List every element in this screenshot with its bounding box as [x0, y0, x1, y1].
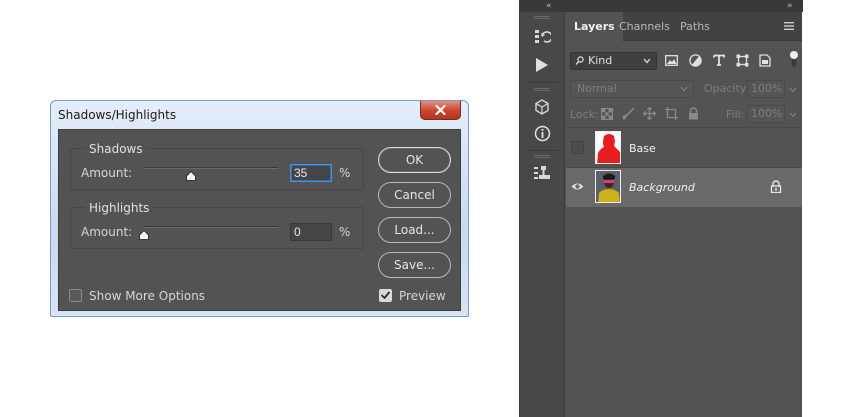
layer-thumbnail	[595, 170, 621, 203]
cancel-button[interactable]: Cancel	[378, 182, 451, 208]
fill-input[interactable]: 100%	[747, 105, 785, 123]
shadows-amount-label: Amount:	[81, 166, 133, 180]
chevron-down-icon	[680, 86, 688, 92]
collapse-arrows-icon[interactable]: «	[546, 0, 551, 12]
strip-separator	[526, 150, 559, 151]
eye-visibility-icon[interactable]	[571, 180, 584, 193]
close-icon	[435, 105, 446, 115]
smart-object-filter-icon[interactable]	[757, 52, 773, 68]
shape-filter-icon[interactable]	[734, 52, 750, 68]
lock-transparent-pixels-icon[interactable]	[601, 108, 613, 120]
blend-mode-select[interactable]: Normal	[570, 80, 694, 98]
blend-mode-value: Normal	[577, 82, 617, 95]
expand-arrows-icon[interactable]: »	[787, 0, 792, 12]
filter-toggle-switch[interactable]	[790, 50, 798, 68]
layer-lock-icon	[770, 180, 782, 193]
actions-play-icon[interactable]	[531, 54, 553, 76]
save-button[interactable]: Save...	[378, 252, 451, 278]
3d-cube-icon[interactable]	[531, 96, 553, 118]
lock-label: Lock:	[570, 108, 599, 121]
panel-tabs: Layers Channels Paths	[566, 12, 802, 41]
shadows-highlights-dialog: Shadows/Highlights Shadows Amount: % Hig…	[50, 100, 469, 317]
dialog-body: Shadows Amount: % Highlights Amount: % O…	[58, 129, 461, 311]
highlights-amount-label: Amount:	[81, 225, 133, 239]
filter-row: Kind	[566, 47, 802, 75]
highlights-amount-slider-thumb[interactable]	[139, 230, 149, 240]
dialog-titlebar[interactable]: Shadows/Highlights	[51, 101, 468, 129]
info-icon[interactable]	[531, 122, 553, 144]
adjustment-filter-icon[interactable]	[687, 52, 703, 68]
fill-label: Fill:	[726, 108, 745, 121]
filter-kind-value: Kind	[588, 54, 613, 67]
layers-panel: Layers Channels Paths Kind Normal Opacit…	[566, 12, 802, 417]
strip-grip[interactable]	[534, 88, 550, 91]
background-layer-thumbnail-image	[596, 171, 620, 202]
layer-name: Base	[629, 142, 656, 155]
shadows-amount-slider-track[interactable]	[144, 167, 278, 169]
shadows-amount-input[interactable]	[290, 164, 332, 182]
checkmark-icon	[381, 291, 390, 299]
chevron-down-icon[interactable]	[789, 112, 797, 118]
type-filter-icon[interactable]	[711, 52, 727, 68]
show-more-options-label: Show More Options	[89, 289, 206, 303]
chevron-down-icon[interactable]	[789, 87, 797, 93]
tab-paths[interactable]: Paths	[672, 12, 718, 41]
lock-position-icon[interactable]	[643, 107, 656, 120]
panel-icon-strip	[520, 12, 565, 417]
highlights-amount-slider-track[interactable]	[144, 226, 278, 228]
layer-visibility-toggle[interactable]	[571, 141, 584, 154]
lock-all-icon[interactable]	[688, 107, 699, 120]
dialog-title: Shadows/Highlights	[58, 108, 177, 122]
preview-checkbox[interactable]	[379, 289, 392, 302]
properties-icon[interactable]	[531, 162, 553, 184]
layer-row-base[interactable]: Base	[566, 129, 802, 168]
lock-row: Lock: Fill: 100%	[566, 102, 802, 128]
shadows-percent-unit: %	[339, 166, 351, 180]
panel-menu-icon[interactable]	[784, 21, 794, 31]
close-button[interactable]	[420, 101, 461, 120]
strip-separator	[526, 82, 559, 83]
shadows-group-title: Shadows	[85, 142, 147, 156]
layer-row-background[interactable]: Background	[566, 168, 802, 207]
highlights-amount-input[interactable]	[290, 223, 332, 241]
strip-grip[interactable]	[534, 16, 550, 19]
history-icon[interactable]	[531, 26, 553, 48]
ok-button[interactable]: OK	[378, 147, 451, 173]
filter-kind-select[interactable]: Kind	[570, 52, 657, 70]
layer-name: Background	[629, 181, 695, 194]
lock-image-pixels-icon[interactable]	[622, 107, 635, 120]
lock-artboard-icon[interactable]	[665, 107, 678, 120]
highlights-group-title: Highlights	[85, 201, 154, 215]
opacity-input[interactable]: 100%	[747, 80, 785, 98]
base-layer-thumbnail-image	[597, 134, 620, 163]
panel-dock: « » Layers Channels Paths Kind Normal Op…	[519, 0, 803, 417]
dock-header-bar: « »	[520, 0, 803, 12]
search-icon	[575, 56, 584, 65]
highlights-percent-unit: %	[339, 225, 351, 239]
screenshot-stage: Shadows/Highlights Shadows Amount: % Hig…	[0, 0, 850, 417]
show-more-options-checkbox[interactable]	[69, 289, 82, 302]
load-button[interactable]: Load...	[378, 217, 451, 243]
strip-grip[interactable]	[534, 155, 550, 158]
preview-label: Preview	[399, 289, 446, 303]
opacity-label: Opacity:	[704, 82, 750, 95]
chevron-down-icon	[643, 58, 651, 64]
image-filter-icon[interactable]	[663, 52, 679, 68]
shadows-amount-slider-thumb[interactable]	[185, 171, 196, 181]
tab-channels[interactable]: Channels	[611, 12, 678, 41]
blend-row: Normal Opacity: 100%	[566, 75, 802, 102]
layer-thumbnail	[595, 131, 621, 164]
